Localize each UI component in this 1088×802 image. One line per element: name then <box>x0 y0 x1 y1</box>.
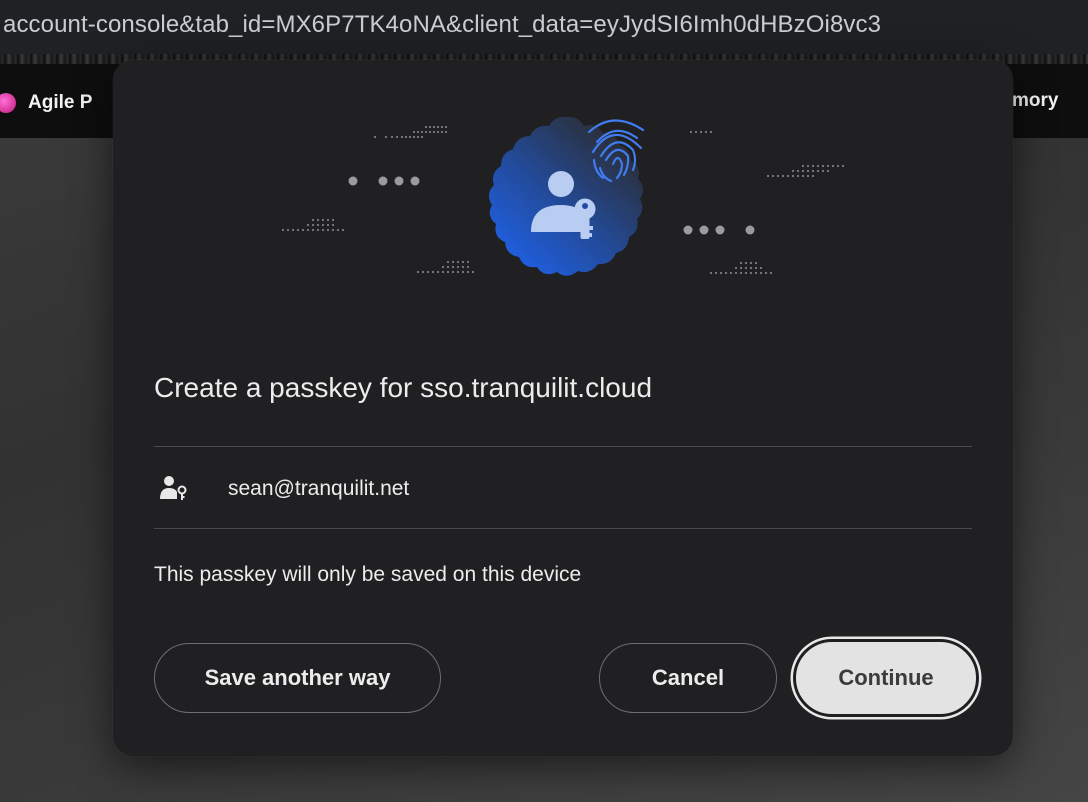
continue-button[interactable]: Continue <box>793 639 979 717</box>
save-another-way-button[interactable]: Save another way <box>154 643 441 713</box>
url-text: account-console&tab_id=MX6P7TK4oNA&clien… <box>3 11 882 38</box>
bookmark-item-memory[interactable]: mory <box>1012 90 1058 112</box>
account-email: sean@tranquilit.net <box>228 477 410 500</box>
dialog-title: Create a passkey for sso.tranquilit.clou… <box>154 372 653 403</box>
screen: account-console&tab_id=MX6P7TK4oNA&clien… <box>0 0 1088 802</box>
bookmark-label: mory <box>1012 90 1059 111</box>
bookmark-label: Agile P <box>28 92 93 113</box>
cancel-button[interactable]: Cancel <box>599 643 777 713</box>
divider-top <box>154 446 972 447</box>
passkey-dialog: Create a passkey for sso.tranquilit.clou… <box>113 60 1013 756</box>
address-bar[interactable]: account-console&tab_id=MX6P7TK4oNA&clien… <box>0 0 1088 54</box>
person-key-icon <box>160 476 187 500</box>
bookmark-favicon-icon <box>0 93 16 113</box>
bookmark-item-agile[interactable]: Agile P <box>0 90 92 116</box>
passkey-badge-icon <box>281 116 845 276</box>
divider-bottom <box>154 528 972 529</box>
account-row: sean@tranquilit.net <box>154 448 972 530</box>
storage-note: This passkey will only be saved on this … <box>154 563 582 586</box>
